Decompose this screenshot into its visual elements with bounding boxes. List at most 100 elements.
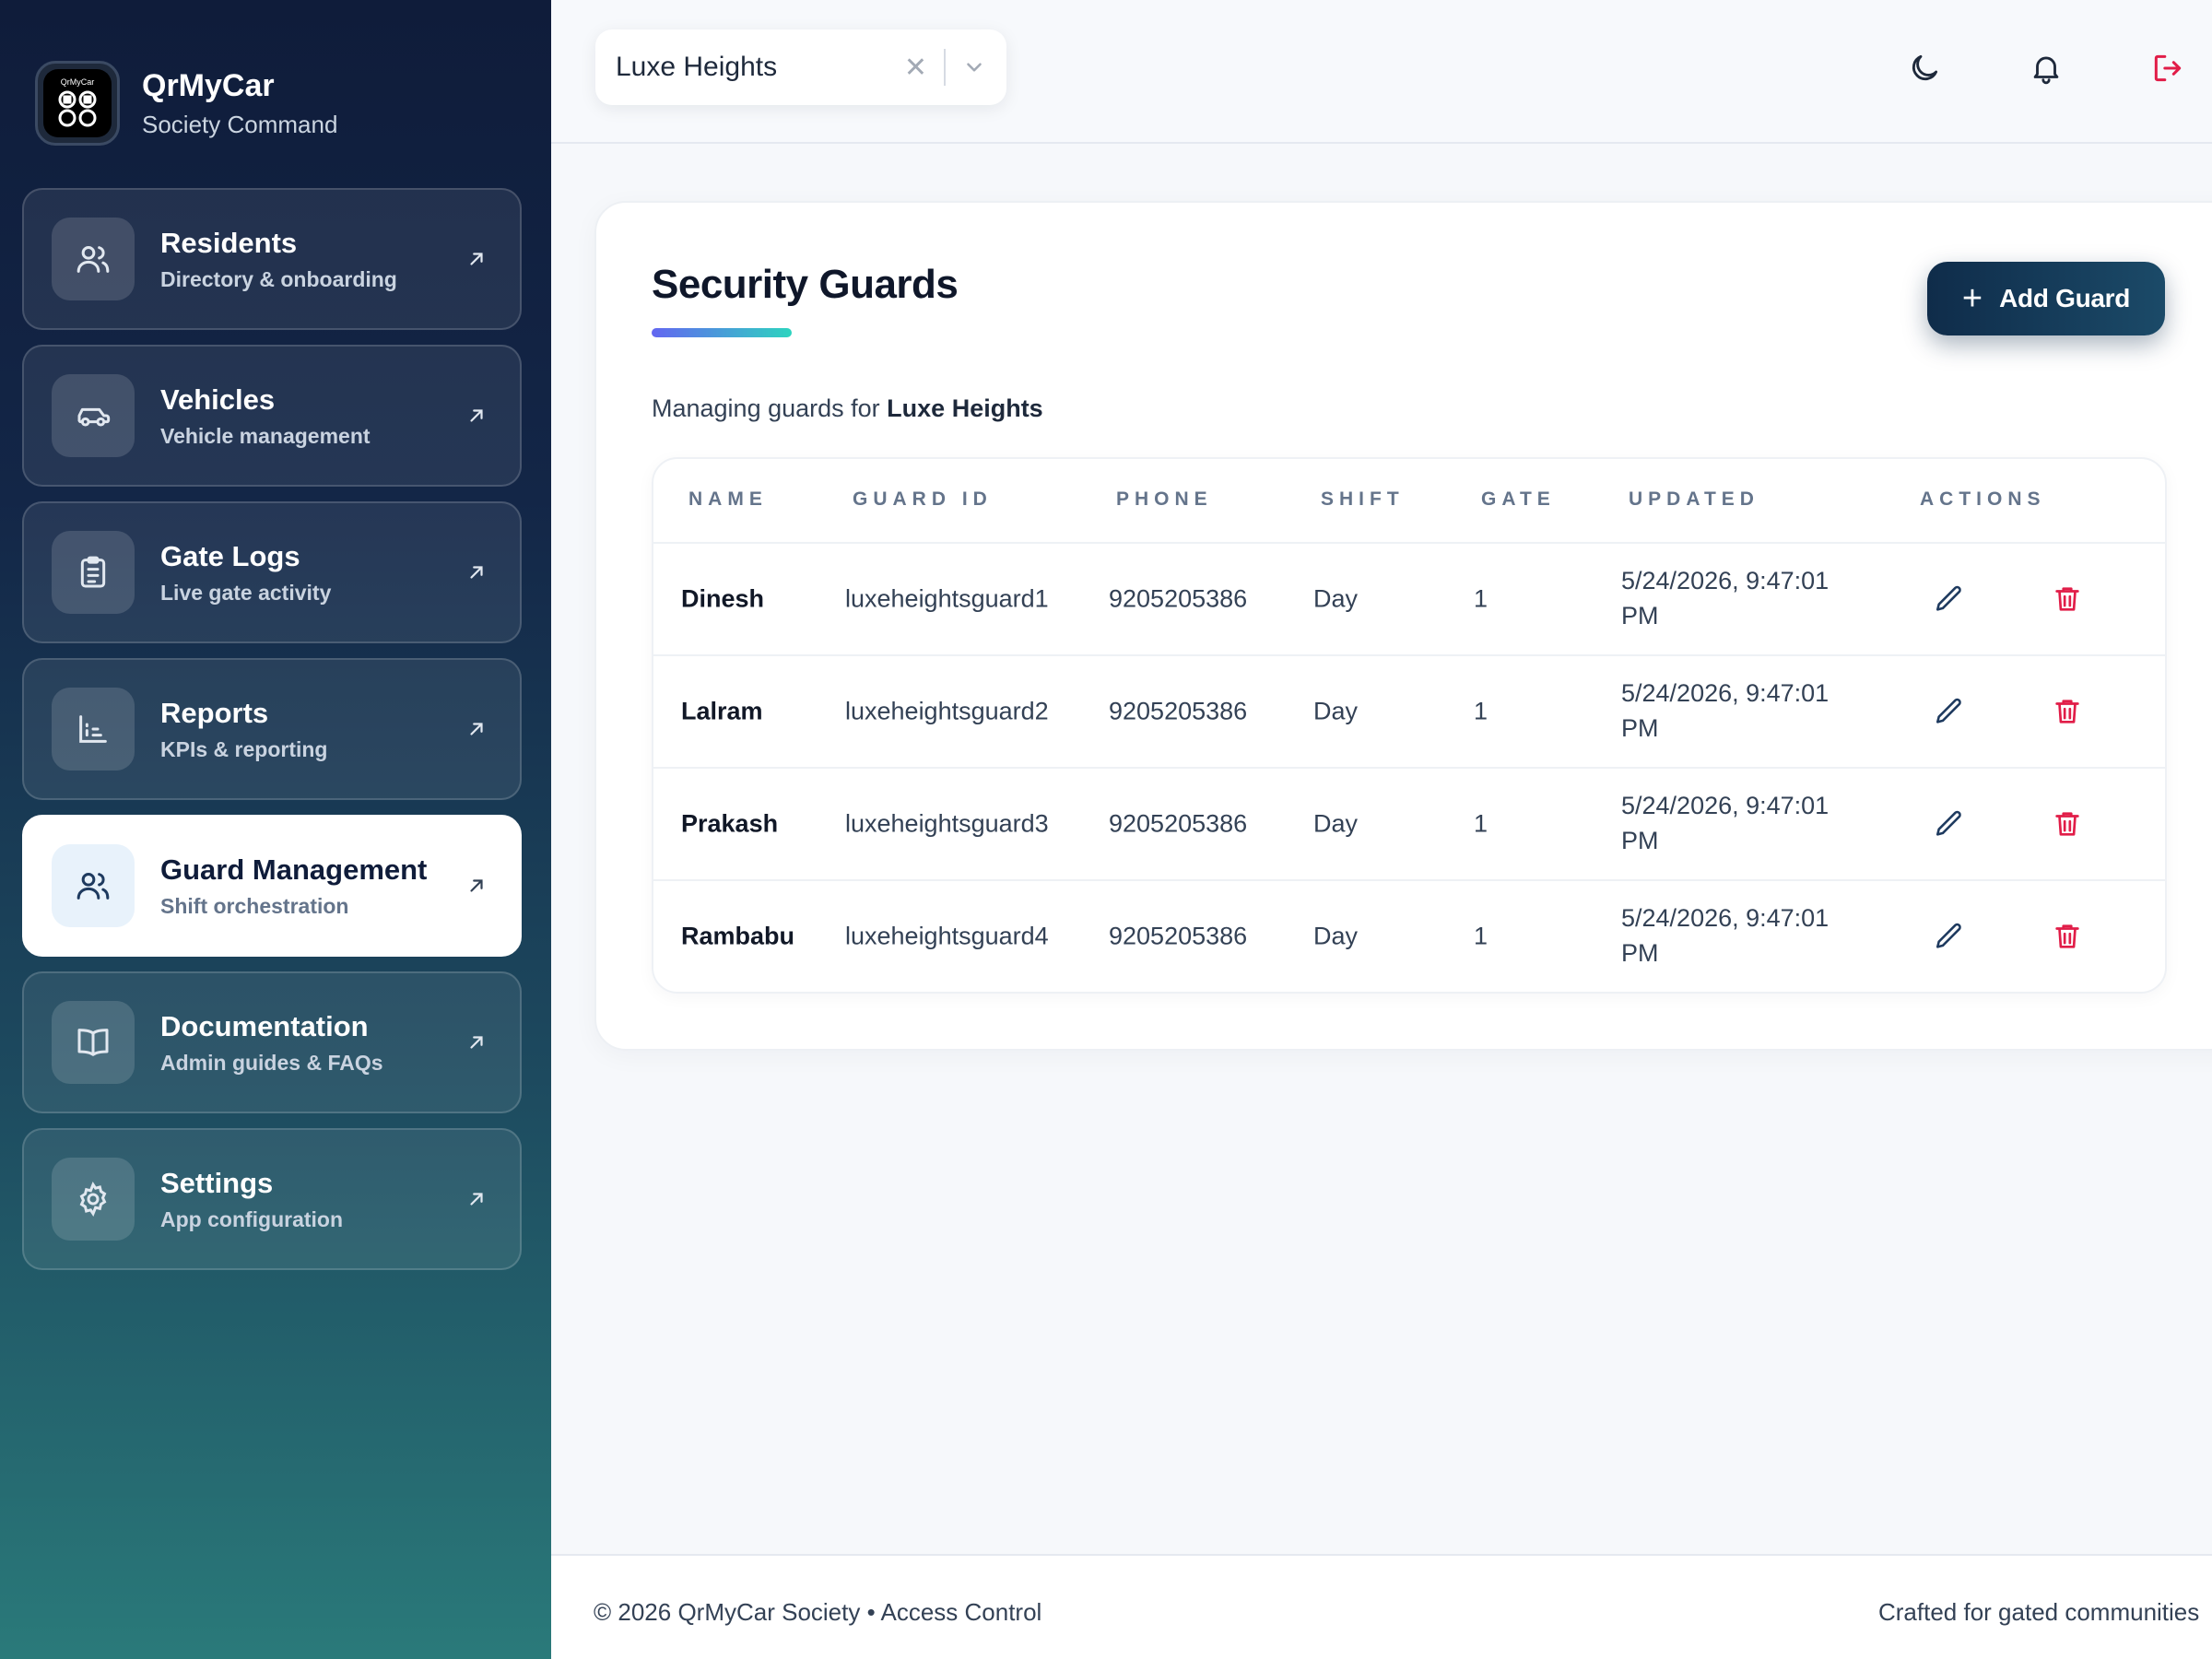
cell-shift: Day [1313, 922, 1359, 950]
cell-phone: 9205205386 [1109, 809, 1248, 838]
cell-guard-id: luxeheightsguard1 [845, 584, 1049, 613]
brand[interactable]: QrMyCar QrMyCar Society Command [35, 61, 337, 146]
cell-updated: 5/24/2026, 9:47:01 PM [1621, 567, 1830, 629]
sidebar-item-settings[interactable]: Settings App configuration [22, 1128, 522, 1270]
column-header-updated[interactable]: UPDATED [1629, 488, 1759, 511]
column-header-guard-id[interactable]: GUARD ID [853, 488, 993, 511]
sidebar-item-label: Guard Management [160, 853, 428, 886]
cell-phone: 9205205386 [1109, 922, 1248, 950]
cell-shift: Day [1313, 584, 1359, 613]
column-header-phone[interactable]: PHONE [1116, 488, 1213, 511]
sidebar-item-label: Documentation [160, 1009, 369, 1042]
sidebar-item-gate-logs[interactable]: Gate Logs Live gate activity [22, 501, 522, 643]
moon-icon[interactable] [1904, 48, 1945, 88]
managing-prefix: Managing guards for [652, 394, 880, 422]
sidebar: QrMyCar QrMyCar Society Command Resident… [0, 0, 551, 1659]
users-icon [52, 844, 135, 927]
delete-icon[interactable] [2047, 579, 2088, 619]
chevron-down-icon[interactable] [962, 55, 986, 79]
users-icon [52, 218, 135, 300]
arrow-up-right-icon [470, 879, 483, 892]
arrow-up-right-icon [470, 1193, 483, 1206]
cell-shift: Day [1313, 697, 1359, 725]
delete-icon[interactable] [2047, 691, 2088, 732]
sidebar-item-label: Gate Logs [160, 539, 300, 572]
sidebar-item-label: Vehicles [160, 382, 276, 416]
footer: © 2026 QrMyCar Society • Access Control … [551, 1554, 2212, 1659]
cell-name: Dinesh [681, 584, 765, 613]
clear-icon[interactable]: ✕ [904, 52, 927, 84]
column-header-shift[interactable]: SHIFT [1321, 488, 1405, 511]
book-icon [52, 1001, 135, 1084]
society-select[interactable]: Luxe Heights ✕ [595, 29, 1006, 105]
plus-icon: + [1961, 279, 1983, 318]
sidebar-item-sublabel: App configuration [160, 1206, 344, 1231]
edit-icon[interactable] [1929, 804, 1970, 844]
cell-phone: 9205205386 [1109, 584, 1248, 613]
cell-updated: 5/24/2026, 9:47:01 PM [1621, 792, 1830, 854]
edit-icon[interactable] [1929, 916, 1970, 957]
sidebar-item-residents[interactable]: Residents Directory & onboarding [22, 188, 522, 330]
sidebar-item-sublabel: Admin guides & FAQs [160, 1050, 383, 1075]
cell-updated: 5/24/2026, 9:47:01 PM [1621, 679, 1830, 742]
footer-tagline: Crafted for gated communities [1878, 1598, 2200, 1626]
arrow-up-right-icon [470, 566, 483, 579]
top-bar: Luxe Heights ✕ [551, 0, 2212, 144]
add-guard-button[interactable]: + Add Guard [1927, 262, 2165, 335]
brand-logo: QrMyCar [35, 61, 120, 146]
gear-icon [52, 1158, 135, 1241]
delete-icon[interactable] [2047, 804, 2088, 844]
cell-name: Rambabu [681, 922, 795, 950]
bell-icon[interactable] [2026, 48, 2066, 88]
column-header-actions: ACTIONS [1920, 488, 2046, 510]
sidebar-item-sublabel: Directory & onboarding [160, 266, 397, 291]
sidebar-item-sublabel: Live gate activity [160, 580, 332, 605]
sidebar-item-sublabel: Shift orchestration [160, 893, 349, 918]
edit-icon[interactable] [1929, 579, 1970, 619]
cell-guard-id: luxeheightsguard3 [845, 809, 1049, 838]
brand-title: QrMyCar [142, 68, 275, 104]
qr-car-icon [58, 90, 97, 127]
table-row: Dinesh luxeheightsguard1 9205205386 Day … [653, 542, 2165, 654]
clipboard-icon [52, 531, 135, 614]
sidebar-item-vehicles[interactable]: Vehicles Vehicle management [22, 345, 522, 487]
arrow-up-right-icon [470, 1036, 483, 1049]
table-header: NAME GUARD ID PHONE SHIFT GATE UPDATED A… [653, 459, 2165, 542]
sidebar-item-label: Settings [160, 1166, 274, 1199]
arrow-up-right-icon [470, 409, 483, 422]
edit-icon[interactable] [1929, 691, 1970, 732]
brand-subtitle: Society Command [142, 110, 338, 138]
sidebar-item-reports[interactable]: Reports KPIs & reporting [22, 658, 522, 800]
select-divider [944, 49, 946, 86]
cell-gate: 1 [1474, 809, 1488, 838]
cell-shift: Day [1313, 809, 1359, 838]
car-icon [52, 374, 135, 457]
column-header-gate[interactable]: GATE [1481, 488, 1556, 511]
cell-phone: 9205205386 [1109, 697, 1248, 725]
sidebar-item-sublabel: Vehicle management [160, 423, 371, 448]
sidebar-item-label: Residents [160, 226, 298, 259]
column-header-name[interactable]: NAME [688, 488, 768, 511]
sidebar-item-guard-management[interactable]: Guard Management Shift orchestration [22, 815, 522, 957]
sidebar-item-label: Reports [160, 696, 269, 729]
logout-icon[interactable] [2147, 48, 2188, 88]
sidebar-nav: Residents Directory & onboarding Vehicle… [22, 188, 522, 1285]
sidebar-item-documentation[interactable]: Documentation Admin guides & FAQs [22, 971, 522, 1113]
cell-gate: 1 [1474, 584, 1488, 613]
logo-text: QrMyCar [60, 77, 95, 87]
cell-gate: 1 [1474, 922, 1488, 950]
table-row: Prakash luxeheightsguard3 9205205386 Day… [653, 767, 2165, 879]
cell-name: Prakash [681, 809, 779, 838]
managing-society: Luxe Heights [887, 394, 1043, 422]
society-select-value: Luxe Heights [616, 52, 778, 82]
arrow-up-right-icon [470, 723, 483, 735]
table-row: Rambabu luxeheightsguard4 9205205386 Day… [653, 879, 2165, 992]
add-guard-label: Add Guard [1999, 284, 2131, 312]
table-row: Lalram luxeheightsguard2 9205205386 Day … [653, 654, 2165, 767]
sidebar-item-sublabel: KPIs & reporting [160, 736, 328, 761]
delete-icon[interactable] [2047, 916, 2088, 957]
cell-guard-id: luxeheightsguard2 [845, 697, 1049, 725]
managing-text: Managing guards for Luxe Heights [652, 394, 1043, 423]
cell-guard-id: luxeheightsguard4 [845, 922, 1049, 950]
cell-name: Lalram [681, 697, 763, 725]
